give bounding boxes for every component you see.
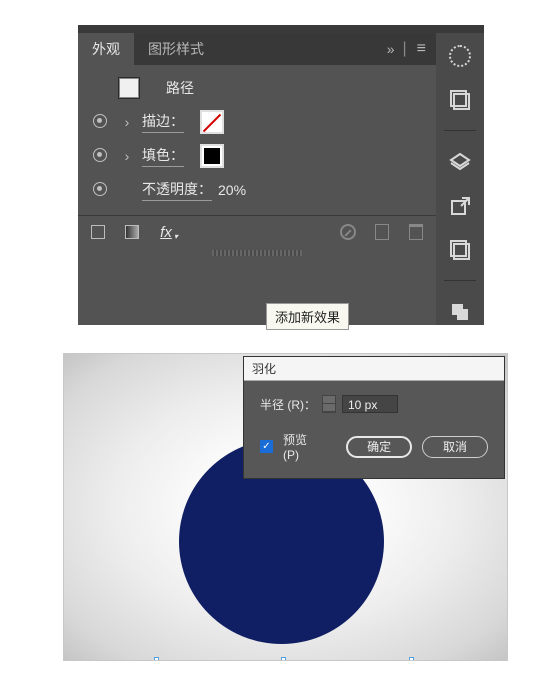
stroke-label[interactable]: 描边： [142, 111, 184, 133]
preview-checkbox[interactable]: ✓ [260, 440, 273, 453]
radius-input[interactable]: 10 px [342, 395, 398, 413]
appearance-row-stroke[interactable]: › 描边： [88, 105, 426, 139]
shadow-ellipse [172, 659, 397, 661]
tooltip-add-effect: 添加新效果 [266, 303, 349, 330]
radius-label: 半径 (R)： [260, 396, 316, 413]
appearance-row-opacity[interactable]: 不透明度： 20% [88, 173, 426, 207]
new-fill-button[interactable] [122, 222, 142, 242]
pathfinder-icon[interactable] [445, 237, 475, 263]
add-effect-button[interactable]: fx▾ [156, 222, 176, 242]
resize-grip[interactable] [212, 250, 302, 256]
appearance-panel: 外观 图形样式 » | ≡ 路径 › [78, 33, 436, 325]
delete-item-button[interactable] [406, 222, 426, 242]
panel-tabs: 外观 图形样式 » | ≡ [78, 33, 436, 65]
tab-graphic-styles[interactable]: 图形样式 [134, 33, 218, 65]
tabs-expand-button[interactable]: » [379, 41, 403, 57]
opacity-value[interactable]: 20% [218, 182, 246, 198]
panel-bottom-toolbar: fx▾ [78, 215, 436, 248]
opacity-label[interactable]: 不透明度： [142, 179, 212, 201]
object-thumb [118, 77, 140, 99]
side-icon-column [436, 33, 484, 325]
transform-icon[interactable] [445, 299, 475, 325]
fill-label[interactable]: 填色： [142, 145, 184, 167]
layers-icon[interactable] [445, 149, 475, 175]
duplicate-item-button[interactable] [372, 222, 392, 242]
feather-dialog: 羽化 半径 (R)： 10 px ✓ 预览 (P) 确定 取消 [243, 356, 505, 479]
object-label: 路径 [166, 78, 194, 98]
panel-menu-button[interactable]: ≡ [407, 40, 436, 58]
disclosure-fill[interactable]: › [118, 148, 136, 164]
artboards-icon[interactable] [445, 87, 475, 113]
panel-titlebar[interactable] [78, 25, 484, 33]
stroke-swatch-none[interactable] [200, 110, 224, 134]
tab-appearance[interactable]: 外观 [78, 33, 134, 65]
dialog-title[interactable]: 羽化 [244, 357, 504, 381]
appearance-row-object[interactable]: 路径 [88, 71, 426, 105]
appearance-row-fill[interactable]: › 填色： [88, 139, 426, 173]
new-stroke-button[interactable] [88, 222, 108, 242]
visibility-toggle-fill[interactable] [93, 148, 107, 162]
share-icon[interactable] [445, 193, 475, 219]
cancel-button[interactable]: 取消 [422, 436, 488, 458]
preview-label[interactable]: 预览 (P) [283, 431, 326, 462]
appearance-panel-window: 外观 图形样式 » | ≡ 路径 › [78, 25, 484, 325]
clear-appearance-button[interactable] [338, 222, 358, 242]
visibility-toggle-opacity[interactable] [93, 182, 107, 196]
fill-swatch-black[interactable] [200, 144, 224, 168]
visibility-toggle-stroke[interactable] [93, 114, 107, 128]
radius-spinner[interactable] [322, 395, 336, 413]
disclosure-stroke[interactable]: › [118, 114, 136, 130]
ok-button[interactable]: 确定 [346, 436, 412, 458]
feather-icon[interactable] [445, 43, 475, 69]
